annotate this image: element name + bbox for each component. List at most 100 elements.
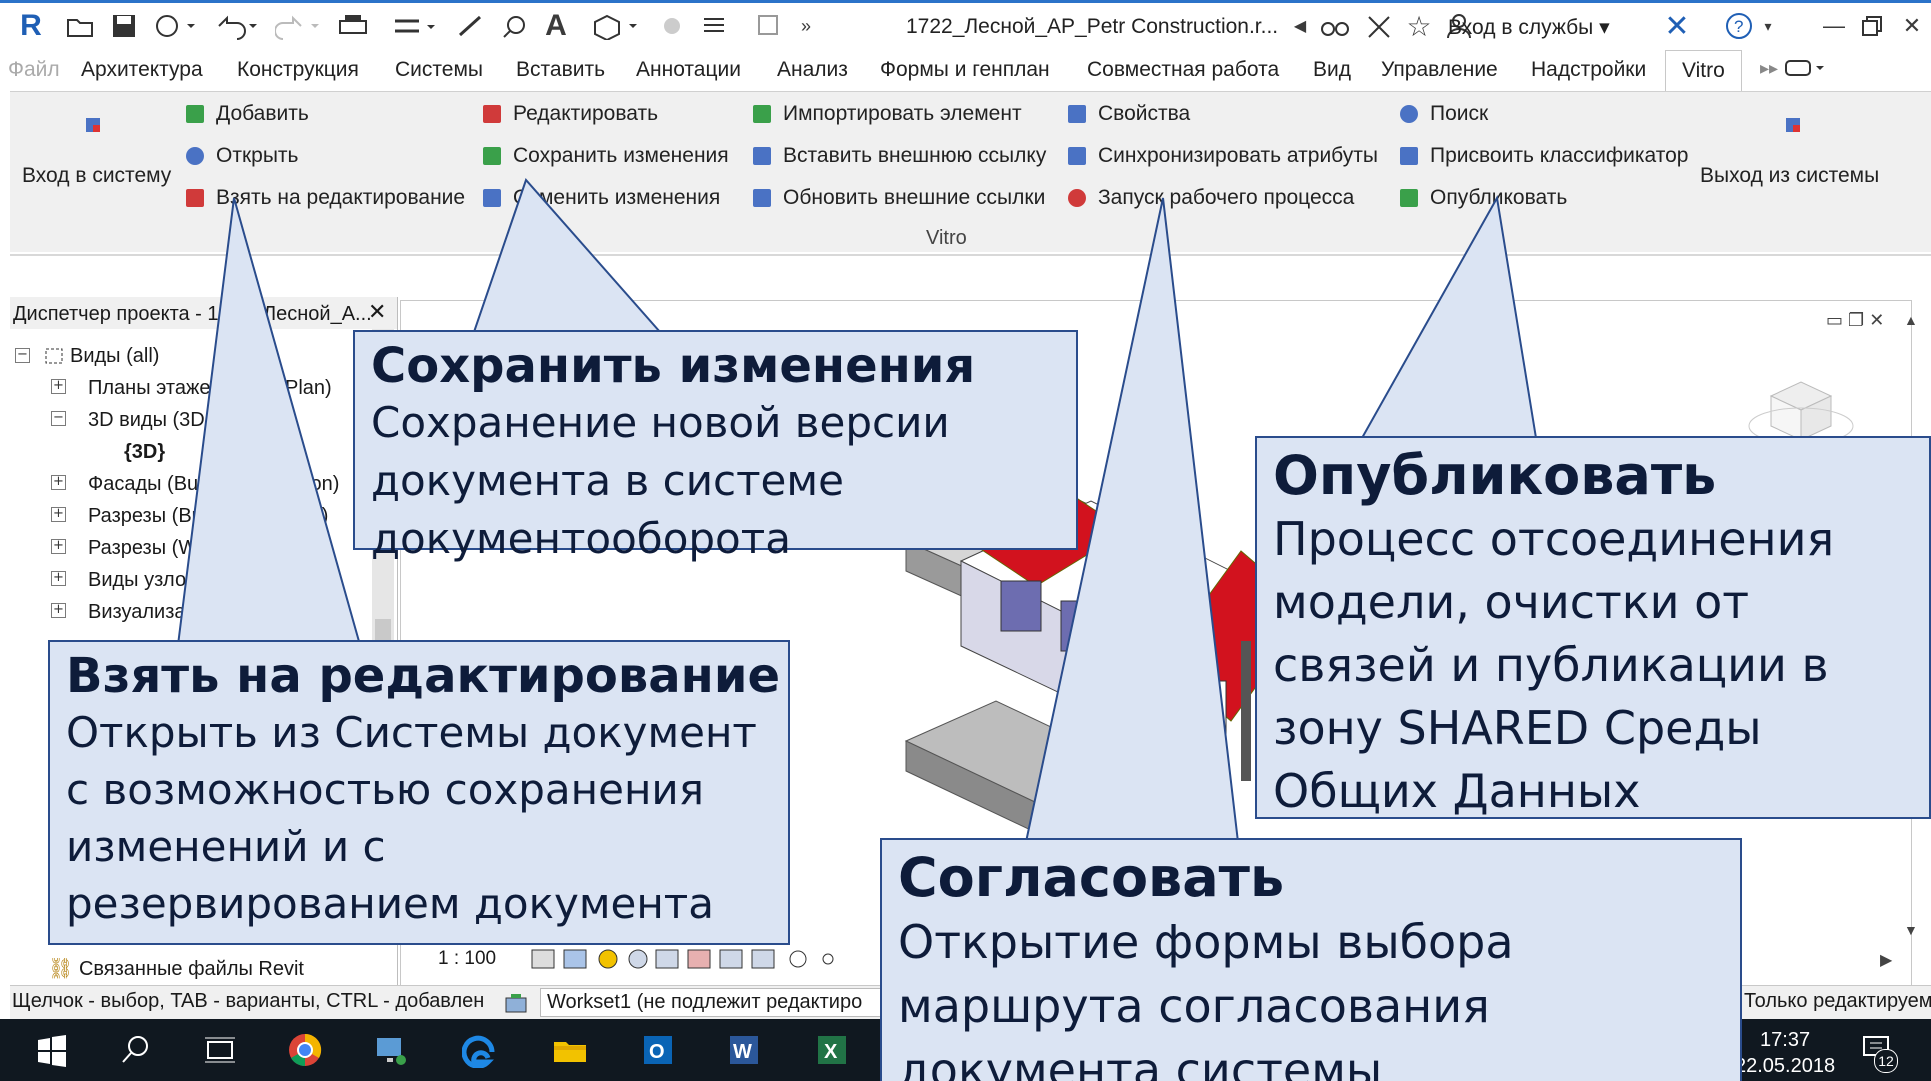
tree-node-details[interactable]: Виды узлов (Detail): [88, 569, 267, 592]
start-windows-icon[interactable]: [34, 1032, 70, 1068]
search-icon[interactable]: [118, 1032, 154, 1068]
tab-analyze[interactable]: Анализ: [777, 58, 848, 82]
help-icon[interactable]: ?: [1722, 9, 1756, 43]
tab-view[interactable]: Вид: [1313, 58, 1351, 82]
tree-node-floor-plans[interactable]: Планы этажей (Floor Plan): [88, 377, 332, 400]
tree-toggle[interactable]: −: [15, 348, 30, 363]
view-scale[interactable]: 1 : 100: [438, 948, 496, 970]
tree-toggle[interactable]: +: [51, 507, 66, 522]
favorites-star-icon[interactable]: ☆: [1402, 9, 1436, 43]
tree-toggle[interactable]: −: [51, 411, 66, 426]
save-icon[interactable]: [106, 9, 142, 43]
tab-architecture[interactable]: Архитектура: [81, 58, 203, 82]
revit-logo-icon[interactable]: R: [14, 9, 48, 43]
help-dropdown-icon[interactable]: ▾: [1760, 9, 1776, 43]
open-button[interactable]: Открыть: [186, 144, 298, 168]
tab-insert[interactable]: Вставить: [516, 58, 605, 82]
workset-icon[interactable]: [502, 990, 532, 1021]
search-left-arrow-icon[interactable]: ◀: [1292, 9, 1308, 43]
tab-file[interactable]: Файл: [8, 58, 60, 82]
logout-button[interactable]: Выход из системы: [1700, 164, 1879, 188]
edit-button[interactable]: Редактировать: [483, 102, 658, 126]
checkout-button[interactable]: Взять на редактирование: [186, 186, 465, 210]
scroll-up-icon[interactable]: ▲: [1904, 312, 1918, 328]
search-button[interactable]: Поиск: [1400, 102, 1488, 126]
close-window-icon[interactable]: ✕: [1898, 9, 1926, 43]
tree-node-elevations[interactable]: Фасады (Building Elevation): [88, 473, 339, 496]
qat-overflow-icon[interactable]: »: [796, 9, 816, 43]
word-icon[interactable]: W: [726, 1032, 762, 1068]
thin-lines-icon[interactable]: [696, 9, 732, 43]
tree-toggle[interactable]: +: [51, 475, 66, 490]
start-workflow-button[interactable]: Запуск рабочего процесса: [1068, 186, 1354, 210]
tab-structure[interactable]: Конструкция: [237, 58, 359, 82]
tag-icon[interactable]: [496, 9, 532, 43]
excel-icon[interactable]: X: [814, 1032, 850, 1068]
sync-central-icon[interactable]: [148, 9, 198, 43]
import-element-button[interactable]: Импортировать элемент: [753, 102, 1022, 126]
insert-external-link-button[interactable]: Вставить внешнюю ссылку: [753, 144, 1046, 168]
tab-massing-site[interactable]: Формы и генплан: [880, 58, 1050, 82]
default-3d-view-icon[interactable]: [590, 9, 640, 43]
system-clock[interactable]: 17:37 22.05.2018: [1735, 1027, 1835, 1079]
tree-toggle[interactable]: +: [51, 539, 66, 554]
tab-addins[interactable]: Надстройки: [1531, 58, 1646, 82]
tree-toggle[interactable]: +: [51, 379, 66, 394]
view-window-controls[interactable]: ▭ ❐ ✕: [1826, 310, 1884, 331]
text-icon[interactable]: A: [538, 9, 574, 43]
edge-icon[interactable]: [462, 1032, 498, 1068]
tab-manage[interactable]: Управление: [1381, 58, 1498, 82]
aligned-dimension-icon[interactable]: [452, 9, 488, 43]
close-hidden-windows-icon[interactable]: [752, 9, 788, 43]
add-button[interactable]: Добавить: [186, 102, 309, 126]
minimize-window-icon[interactable]: —: [1820, 9, 1848, 43]
workset-select[interactable]: Workset1 (не подлежит редактиро: [540, 988, 899, 1017]
undo-icon[interactable]: [210, 9, 260, 43]
cancel-changes-button[interactable]: Отменить изменения: [483, 186, 720, 210]
task-view-icon[interactable]: [202, 1032, 238, 1068]
tab-annotate[interactable]: Аннотации: [636, 58, 741, 82]
update-external-links-button[interactable]: Обновить внешние ссылки: [753, 186, 1045, 210]
login-icon[interactable]: [84, 116, 102, 134]
tree-node-views[interactable]: Виды (all): [44, 345, 159, 368]
scroll-down-icon[interactable]: ▼: [1904, 922, 1918, 938]
tree-toggle[interactable]: +: [51, 603, 66, 618]
panel-toggle-icon[interactable]: [1784, 58, 1824, 84]
sign-in-services[interactable]: Вход в службы ▾: [1448, 15, 1610, 40]
tab-systems[interactable]: Системы: [395, 58, 483, 82]
action-center-icon[interactable]: 12: [1860, 1033, 1898, 1074]
sync-attributes-button[interactable]: Синхронизировать атрибуты: [1068, 144, 1378, 168]
close-icon[interactable]: ✕: [368, 299, 386, 325]
redo-icon[interactable]: [272, 9, 322, 43]
file-explorer-icon[interactable]: [552, 1032, 588, 1068]
editable-only-toggle[interactable]: Только редактируем: [1744, 990, 1931, 1013]
chrome-icon[interactable]: [287, 1032, 323, 1068]
tree-node-wall-sections[interactable]: Разрезы (Wall Section): [88, 537, 295, 560]
tree-toggle[interactable]: +: [51, 571, 66, 586]
outlook-icon[interactable]: O: [640, 1032, 676, 1068]
scroll-right-icon[interactable]: ▶: [1880, 950, 1892, 970]
tab-vitro[interactable]: Vitro: [1665, 50, 1742, 93]
save-changes-button[interactable]: Сохранить изменения: [483, 144, 729, 168]
tree-node-3d-views[interactable]: 3D виды (3D View): [88, 409, 260, 432]
properties-button[interactable]: Свойства: [1068, 102, 1190, 126]
section-icon[interactable]: [654, 9, 690, 43]
tree-node-3d[interactable]: {3D}: [124, 441, 165, 464]
restore-window-icon[interactable]: [1858, 9, 1886, 43]
tab-collaborate[interactable]: Совместная работа: [1087, 58, 1279, 82]
logout-icon[interactable]: [1784, 116, 1802, 134]
subscription-icon[interactable]: [1362, 9, 1396, 43]
binoculars-icon[interactable]: [1318, 9, 1352, 43]
measure-icon[interactable]: [388, 9, 438, 43]
print-icon[interactable]: [334, 9, 372, 43]
login-button[interactable]: Вход в систему: [22, 164, 171, 188]
publish-button[interactable]: Опубликовать: [1400, 186, 1567, 210]
tree-node-renderings[interactable]: Визуализация: [88, 601, 219, 624]
tree-node-building-sections[interactable]: Разрезы (Building Section): [88, 505, 328, 528]
assign-classifier-button[interactable]: Присвоить классификатор: [1400, 144, 1688, 168]
remote-desktop-icon[interactable]: [373, 1032, 409, 1068]
open-folder-icon[interactable]: [62, 9, 98, 43]
exchange-apps-icon[interactable]: ✕: [1660, 9, 1694, 43]
tabs-overflow-icon[interactable]: ▸▸: [1760, 58, 1778, 79]
tree-node-linked-revit-files[interactable]: ⛓ Связанные файлы Revit: [48, 956, 304, 981]
